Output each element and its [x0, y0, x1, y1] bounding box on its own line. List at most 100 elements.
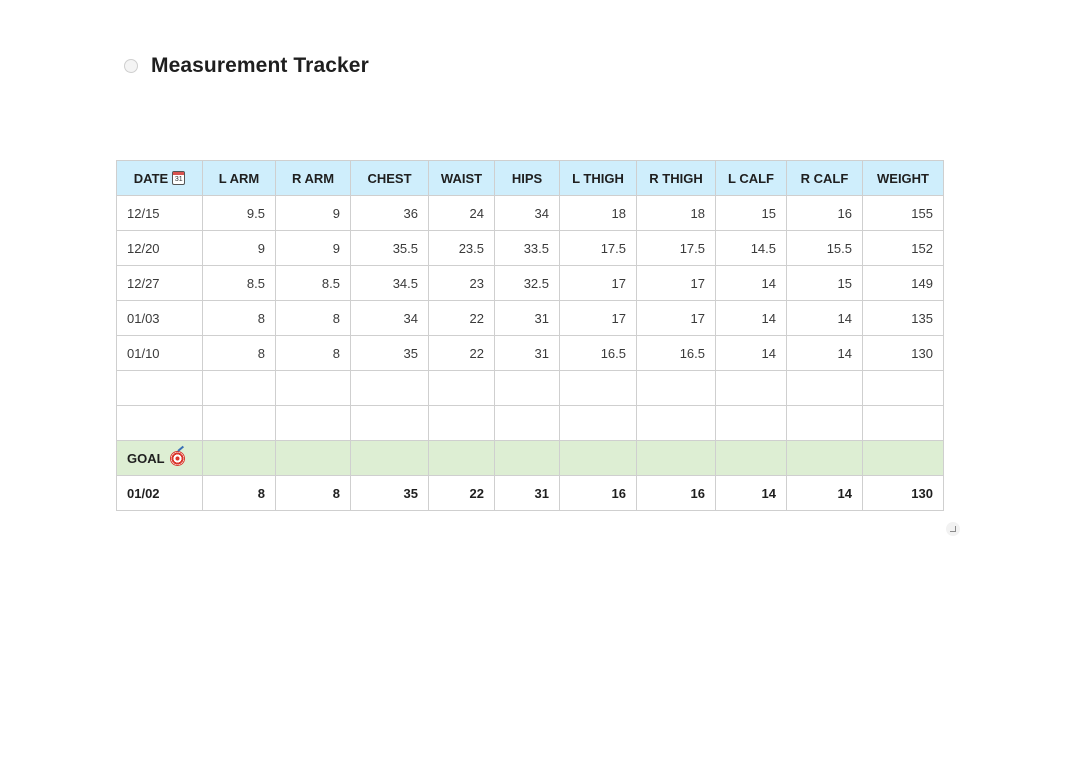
goal-value-cell[interactable]: 8	[202, 475, 276, 511]
measurement-cell[interactable]: 16	[786, 195, 863, 231]
goal-header-cell[interactable]	[715, 440, 787, 476]
measurement-cell[interactable]: 149	[862, 265, 944, 301]
measurement-cell[interactable]: 22	[428, 335, 495, 371]
measurement-cell[interactable]	[862, 405, 944, 441]
measurement-cell[interactable]	[428, 405, 495, 441]
measurement-cell[interactable]: 35.5	[350, 230, 429, 266]
goal-value-cell[interactable]: 14	[715, 475, 787, 511]
date-cell[interactable]: 01/10	[116, 335, 203, 371]
measurement-cell[interactable]: 9	[275, 230, 351, 266]
goal-header-cell[interactable]	[636, 440, 716, 476]
page-title[interactable]: Measurement Tracker	[151, 54, 369, 78]
measurement-cell[interactable]: 14	[715, 265, 787, 301]
column-header-chest[interactable]: CHEST	[350, 160, 429, 196]
measurement-cell[interactable]: 34.5	[350, 265, 429, 301]
goal-value-cell[interactable]: 31	[494, 475, 560, 511]
measurement-cell[interactable]: 14.5	[715, 230, 787, 266]
column-header-l-arm[interactable]: L ARM	[202, 160, 276, 196]
measurement-cell[interactable]: 15	[715, 195, 787, 231]
measurement-cell[interactable]: 9.5	[202, 195, 276, 231]
measurement-cell[interactable]: 18	[559, 195, 637, 231]
column-header-waist[interactable]: WAIST	[428, 160, 495, 196]
resize-handle-icon[interactable]	[946, 522, 960, 536]
status-circle-icon[interactable]	[124, 59, 138, 73]
date-cell[interactable]: 12/20	[116, 230, 203, 266]
goal-header-cell[interactable]	[350, 440, 429, 476]
column-header-l-calf[interactable]: L CALF	[715, 160, 787, 196]
measurement-cell[interactable]: 31	[494, 335, 560, 371]
measurement-cell[interactable]	[559, 370, 637, 406]
measurement-cell[interactable]: 18	[636, 195, 716, 231]
measurement-cell[interactable]: 33.5	[494, 230, 560, 266]
measurement-cell[interactable]: 130	[862, 335, 944, 371]
goal-value-cell[interactable]: 22	[428, 475, 495, 511]
measurement-cell[interactable]: 23	[428, 265, 495, 301]
goal-header-cell[interactable]	[494, 440, 560, 476]
measurement-cell[interactable]: 9	[202, 230, 276, 266]
measurement-cell[interactable]: 16.5	[559, 335, 637, 371]
measurement-cell[interactable]: 14	[715, 335, 787, 371]
measurement-cell[interactable]	[786, 370, 863, 406]
goal-header-cell[interactable]	[559, 440, 637, 476]
measurement-cell[interactable]	[559, 405, 637, 441]
measurement-cell[interactable]: 15.5	[786, 230, 863, 266]
measurement-cell[interactable]: 32.5	[494, 265, 560, 301]
measurement-cell[interactable]: 14	[786, 300, 863, 336]
column-header-l-thigh[interactable]: L THIGH	[559, 160, 637, 196]
goal-header-cell[interactable]	[786, 440, 863, 476]
measurement-cell[interactable]: 155	[862, 195, 944, 231]
measurement-cell[interactable]: 31	[494, 300, 560, 336]
measurement-cell[interactable]	[202, 405, 276, 441]
measurement-cell[interactable]: 8	[202, 335, 276, 371]
measurement-cell[interactable]: 8	[275, 335, 351, 371]
measurement-cell[interactable]: 14	[715, 300, 787, 336]
measurement-cell[interactable]: 17	[636, 265, 716, 301]
measurement-cell[interactable]	[428, 370, 495, 406]
measurement-cell[interactable]: 135	[862, 300, 944, 336]
measurement-cell[interactable]: 8.5	[275, 265, 351, 301]
measurement-cell[interactable]: 8	[275, 300, 351, 336]
measurement-cell[interactable]	[862, 370, 944, 406]
measurement-cell[interactable]	[715, 405, 787, 441]
measurement-cell[interactable]: 8	[202, 300, 276, 336]
measurement-cell[interactable]: 35	[350, 335, 429, 371]
measurement-cell[interactable]: 152	[862, 230, 944, 266]
column-header-hips[interactable]: HIPS	[494, 160, 560, 196]
goal-header-cell[interactable]	[275, 440, 351, 476]
measurement-cell[interactable]: 17	[559, 300, 637, 336]
measurement-cell[interactable]: 24	[428, 195, 495, 231]
goal-value-cell[interactable]: 35	[350, 475, 429, 511]
column-header-date[interactable]: DATE	[116, 160, 203, 196]
measurement-cell[interactable]: 17	[636, 300, 716, 336]
measurement-cell[interactable]	[275, 370, 351, 406]
goal-value-cell[interactable]: 16	[559, 475, 637, 511]
goal-date-cell[interactable]: 01/02	[116, 475, 203, 511]
measurement-cell[interactable]: 16.5	[636, 335, 716, 371]
measurement-cell[interactable]	[202, 370, 276, 406]
measurement-cell[interactable]: 34	[350, 300, 429, 336]
goal-header-cell[interactable]	[862, 440, 944, 476]
goal-value-cell[interactable]: 16	[636, 475, 716, 511]
date-cell[interactable]	[116, 370, 203, 406]
goal-header-cell[interactable]	[202, 440, 276, 476]
date-cell[interactable]	[116, 405, 203, 441]
goal-value-cell[interactable]: 8	[275, 475, 351, 511]
column-header-r-arm[interactable]: R ARM	[275, 160, 351, 196]
goal-label-cell[interactable]: GOAL	[116, 440, 203, 476]
measurement-cell[interactable]: 23.5	[428, 230, 495, 266]
measurement-cell[interactable]	[636, 405, 716, 441]
measurement-cell[interactable]: 9	[275, 195, 351, 231]
measurement-cell[interactable]	[786, 405, 863, 441]
date-cell[interactable]: 12/27	[116, 265, 203, 301]
column-header-r-thigh[interactable]: R THIGH	[636, 160, 716, 196]
measurement-cell[interactable]	[715, 370, 787, 406]
measurement-cell[interactable]: 17.5	[559, 230, 637, 266]
date-cell[interactable]: 01/03	[116, 300, 203, 336]
date-cell[interactable]: 12/15	[116, 195, 203, 231]
measurement-cell[interactable]	[275, 405, 351, 441]
measurement-cell[interactable]: 22	[428, 300, 495, 336]
column-header-weight[interactable]: WEIGHT	[862, 160, 944, 196]
measurement-cell[interactable]	[350, 405, 429, 441]
measurement-cell[interactable]: 36	[350, 195, 429, 231]
measurement-cell[interactable]	[494, 405, 560, 441]
